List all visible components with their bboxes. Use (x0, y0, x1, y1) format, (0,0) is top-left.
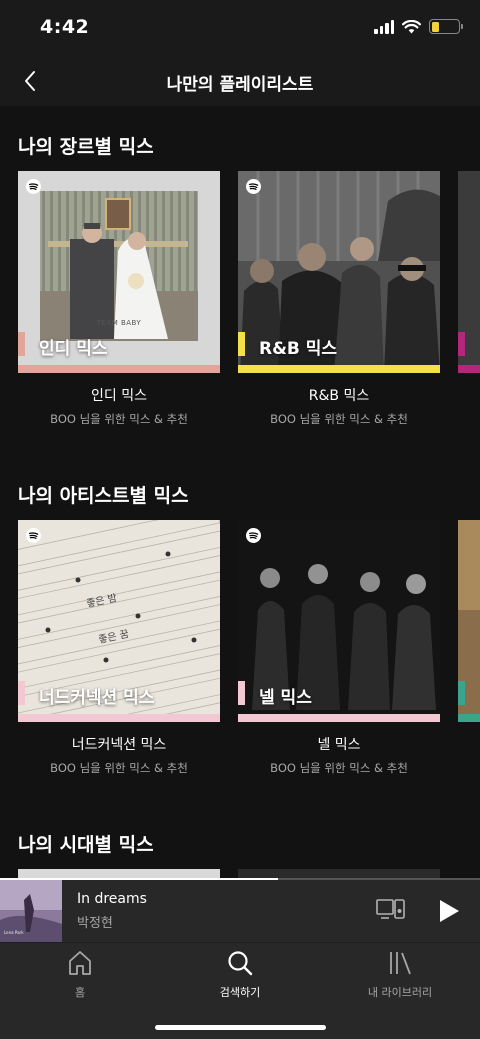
tab-bar: 홈 검색하기 내 라이브러리 (0, 942, 480, 1039)
mix-card-peek[interactable] (458, 520, 480, 722)
page-title: 나만의 플레이리스트 (166, 75, 314, 95)
spotify-logo-icon (246, 179, 261, 194)
wifi-icon (402, 19, 421, 33)
mix-card-indie[interactable]: TEAM BABY 인디 믹스 인디 믹스 BOO 님을 위한 믹스 & 추천 (18, 171, 220, 427)
tab-search[interactable]: 검색하기 (180, 949, 300, 1000)
cover-accent-bar (238, 681, 245, 705)
cover-label: 너드커넥션 믹스 (39, 688, 155, 708)
nav-header: 나만의 플레이리스트 (0, 56, 480, 106)
play-button[interactable] (436, 898, 462, 924)
cover-image-peek (458, 520, 480, 610)
cover-caption: TEAM BABY (96, 319, 142, 327)
card-subtitle: BOO 님을 위한 믹스 & 추천 (50, 412, 188, 426)
cover-accent-strip (458, 714, 480, 722)
mix-card-decade-1[interactable] (18, 869, 220, 878)
status-bar: 4:42 (0, 0, 480, 56)
cellular-signal-icon (374, 19, 394, 34)
section-title: 나의 시대별 믹스 (18, 834, 154, 856)
battery-icon (429, 19, 463, 34)
mix-card-nerdconnection[interactable]: 좋은 밤 좋은 꿈 너드커넥션 믹스 너드커넥션 믹스 BOO 님을 위한 믹스… (18, 520, 220, 776)
mix-card-nell[interactable]: 넬 믹스 넬 믹스 BOO 님을 위한 믹스 & 추천 (238, 520, 440, 776)
card-subtitle: BOO 님을 위한 믹스 & 추천 (50, 761, 188, 775)
mix-card-peek[interactable] (458, 171, 480, 373)
now-playing-artist: 박정현 (77, 916, 113, 931)
album-art-caption: Lena Park (4, 930, 24, 935)
cover-label: 인디 믹스 (39, 339, 108, 359)
home-indicator (155, 1025, 326, 1030)
cover-accent-strip (18, 365, 220, 373)
cover-image-nell: 넬 믹스 (238, 520, 440, 722)
cover-accent-bar (238, 332, 245, 356)
tab-home[interactable]: 홈 (20, 949, 140, 1000)
cover-accent-bar (18, 332, 25, 356)
mix-card-rnb[interactable]: R&B 믹스 R&B 믹스 BOO 님을 위한 믹스 & 추천 (238, 171, 440, 427)
card-title: R&B 믹스 (308, 388, 370, 404)
now-playing-album-art[interactable]: Lena Park (0, 880, 62, 942)
cover-label: 넬 믹스 (259, 688, 312, 708)
status-time: 4:42 (40, 16, 90, 38)
spotify-logo-icon (26, 528, 41, 543)
play-icon (440, 900, 459, 922)
tab-library[interactable]: 내 라이브러리 (340, 949, 460, 1000)
status-icons (374, 19, 463, 34)
card-title: 넬 믹스 (317, 737, 361, 753)
now-playing-song: In dreams (77, 891, 147, 907)
mini-player[interactable]: Lena Park In dreams 박정현 (0, 878, 480, 942)
library-icon (390, 952, 411, 975)
tab-label: 내 라이브러리 (367, 986, 433, 999)
cover-image-rnb: R&B 믹스 (238, 171, 440, 373)
cover-accent-strip (18, 714, 220, 722)
tab-label: 홈 (74, 986, 86, 999)
section-title: 나의 아티스트별 믹스 (18, 485, 189, 507)
battery-level (431, 21, 440, 32)
cover-accent-strip (458, 365, 480, 373)
cover-image-nerdconnection: 좋은 밤 좋은 꿈 너드커넥션 믹스 (18, 520, 220, 722)
card-title: 너드커넥션 믹스 (71, 737, 167, 753)
section-title: 나의 장르별 믹스 (18, 136, 154, 158)
devices-icon (376, 899, 405, 919)
card-subtitle: BOO 님을 위한 믹스 & 추천 (270, 761, 408, 775)
playback-progress (0, 878, 480, 880)
search-icon (228, 951, 253, 976)
tab-label: 검색하기 (219, 986, 261, 999)
cover-label: R&B 믹스 (259, 339, 338, 359)
cover-accent-bar (458, 332, 465, 356)
card-subtitle: BOO 님을 위한 믹스 & 추천 (270, 412, 408, 426)
mix-card-decade-2[interactable] (238, 869, 440, 878)
cover-accent-strip (238, 714, 440, 722)
card-title: 인디 믹스 (91, 388, 147, 404)
cover-accent-bar (18, 681, 25, 705)
spotify-logo-icon (26, 179, 41, 194)
spotify-logo-icon (246, 528, 261, 543)
devices-button[interactable] (376, 897, 406, 923)
cover-accent-bar (458, 681, 465, 705)
home-icon (69, 951, 91, 975)
playlist-feed[interactable]: 나의 장르별 믹스 TEAM BABY 인디 믹스 인디 믹스 BOO 님을 위… (0, 106, 480, 878)
cover-accent-strip (238, 365, 440, 373)
cover-image-indie: TEAM BABY 인디 믹스 (18, 171, 220, 373)
